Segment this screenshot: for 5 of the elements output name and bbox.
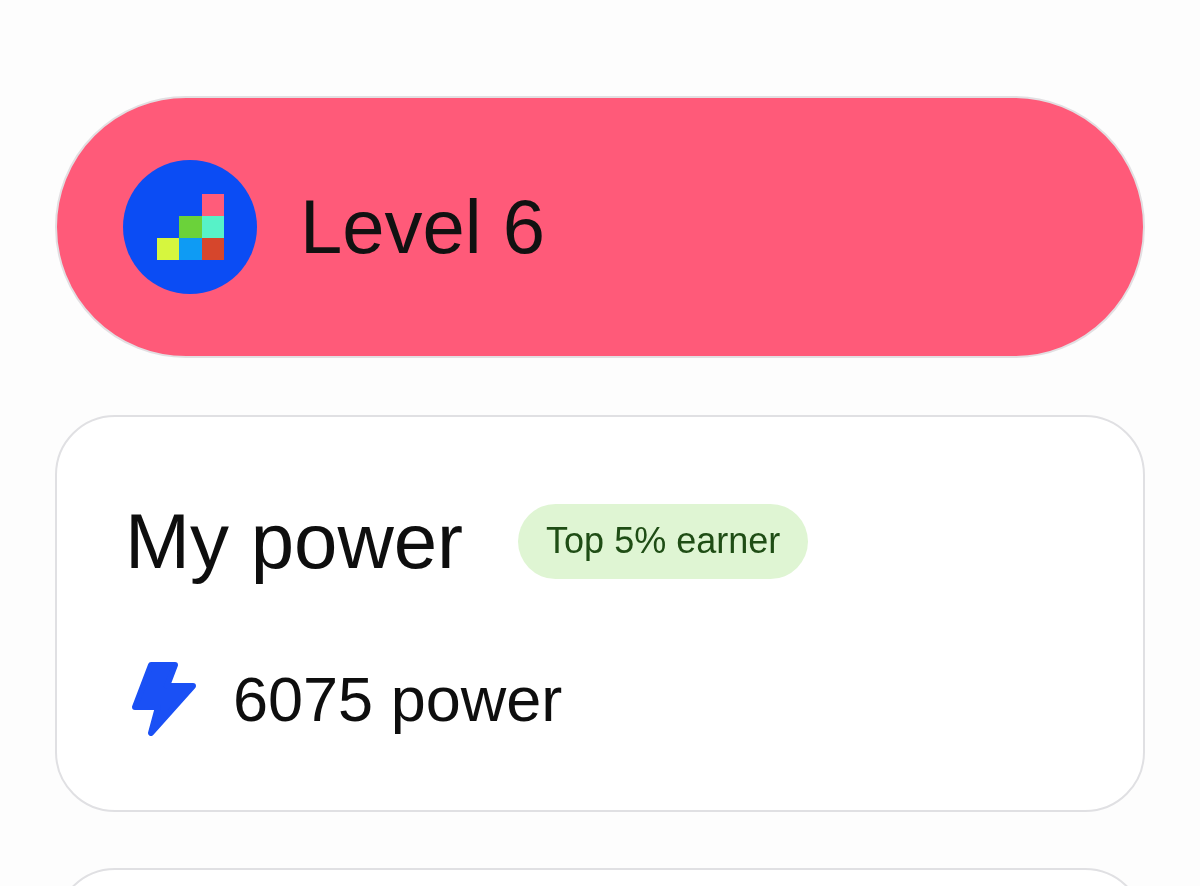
lightning-bolt-icon: [131, 662, 197, 736]
pixel-stairs-icon: [123, 160, 257, 294]
level-card[interactable]: Level 6: [55, 96, 1145, 358]
level-title: Level 6: [300, 189, 546, 265]
earner-badge: Top 5% earner: [518, 503, 809, 579]
